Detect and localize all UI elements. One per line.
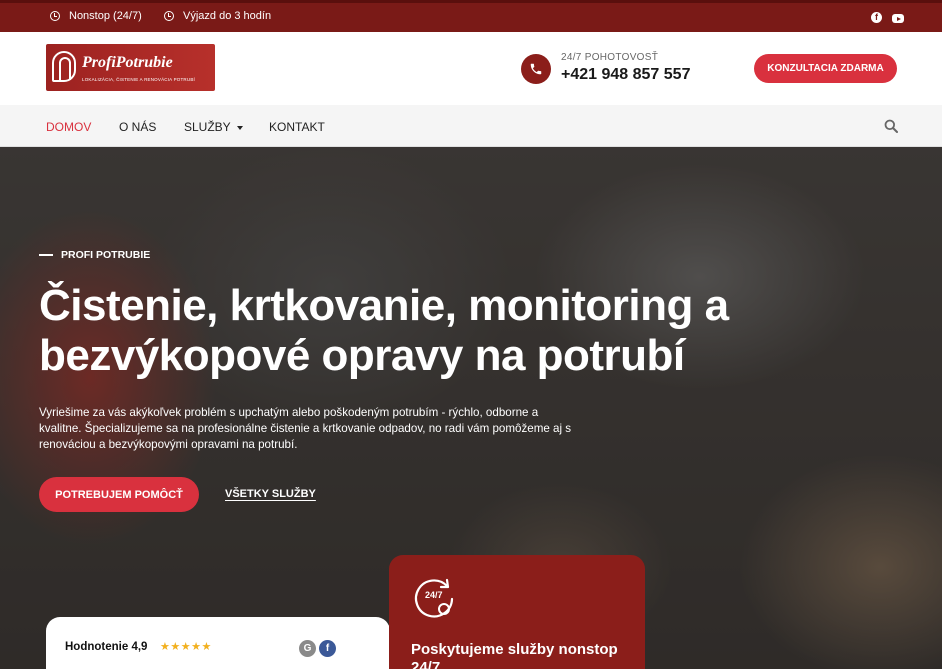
dispatch-label: Výjazd do 3 hodín [183, 10, 272, 22]
all-services-link[interactable]: VŠETKY SLUŽBY [225, 488, 316, 500]
nav-item-contact[interactable]: KONTAKT [269, 120, 325, 134]
google-icon[interactable]: G [299, 640, 316, 657]
site-header: ProfiPotrubie LOKALIZÁCIA, ČISTENIE A RE… [0, 32, 942, 105]
top-bar: Nonstop (24/7) Výjazd do 3 hodín f [0, 0, 942, 32]
main-nav: DOMOV O NÁS SLUŽBY KONTAKT [0, 105, 942, 147]
need-help-button[interactable]: POTREBUJEM POMÔCŤ [39, 477, 199, 512]
free-consultation-button[interactable]: KONZULTACIA ZDARMA [754, 54, 897, 83]
dispatch-info: Výjazd do 3 hodín [164, 10, 271, 22]
rating-card: Hodnotenie 4,9 ★★★★★ G f [46, 617, 390, 669]
nonstop-card: 24/7 Poskytujeme služby nonstop 24/7 [389, 555, 645, 669]
chevron-down-icon [236, 125, 243, 130]
hero-eyebrow: PROFI POTRUBIE [39, 249, 150, 261]
nav-item-services[interactable]: SLUŽBY [184, 120, 243, 134]
nav-item-home[interactable]: DOMOV [46, 120, 91, 134]
logo-mark-icon [52, 51, 76, 82]
logo[interactable]: ProfiPotrubie LOKALIZÁCIA, ČISTENIE A RE… [46, 44, 215, 91]
youtube-icon[interactable] [892, 14, 904, 23]
nav-item-about[interactable]: O NÁS [119, 120, 156, 134]
search-icon[interactable] [884, 119, 898, 133]
logo-tagline: LOKALIZÁCIA, ČISTENIE A RENOVÁCIA POTRUB… [82, 77, 195, 82]
nonstop-title: Poskytujeme služby nonstop 24/7 [411, 641, 618, 669]
rating-title: Hodnotenie 4,9 [65, 641, 148, 653]
phone-number[interactable]: +421 948 857 557 [561, 66, 690, 84]
phone-icon[interactable] [521, 54, 551, 84]
nonstop-info: Nonstop (24/7) [50, 10, 142, 22]
facebook-icon[interactable]: f [871, 12, 882, 23]
nonstop-label: Nonstop (24/7) [69, 10, 142, 22]
hero-section: PROFI POTRUBIE Čistenie, krtkovanie, mon… [0, 147, 942, 669]
clock-icon [50, 11, 60, 21]
24-7-icon-text: 24/7 [425, 590, 443, 600]
24-7-service-icon: 24/7 [414, 578, 454, 618]
facebook-icon[interactable]: f [319, 640, 336, 657]
hero-lead: Vyriešime za vás akýkoľvek problém s upc… [39, 406, 572, 451]
clock-icon [164, 11, 174, 21]
logo-name: ProfiPotrubie [82, 54, 173, 71]
phone-label: 24/7 POHOTOVOSŤ [561, 52, 659, 63]
hero-headline: Čistenie, krtkovanie, monitoring a bezvý… [39, 281, 729, 380]
nav-item-services-label: SLUŽBY [184, 120, 231, 134]
rating-stars: ★★★★★ [160, 641, 212, 653]
